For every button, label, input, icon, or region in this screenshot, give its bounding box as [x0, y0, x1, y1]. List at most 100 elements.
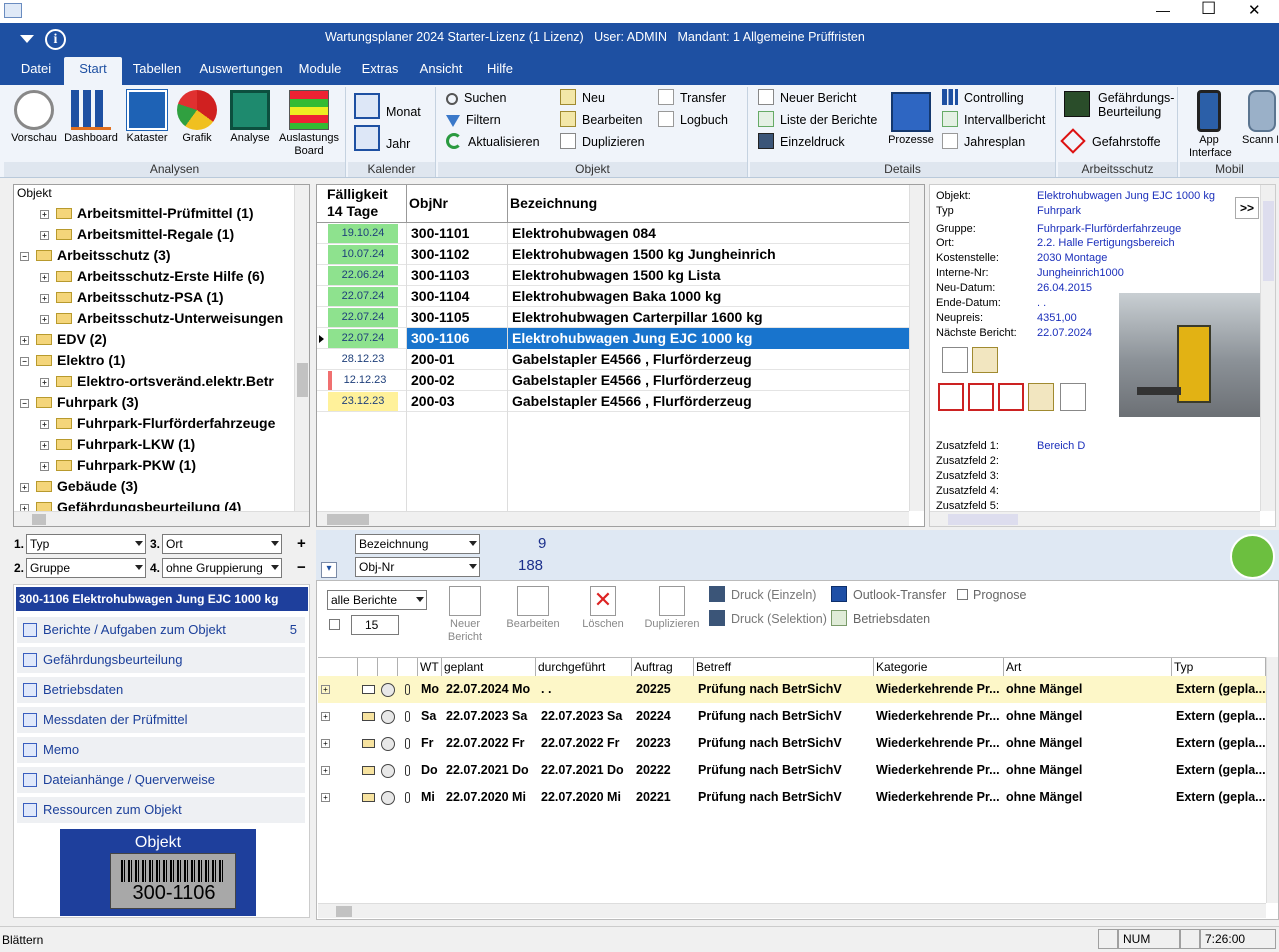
controlling-button[interactable]: Controlling: [942, 88, 1024, 108]
pdf-icon[interactable]: [968, 383, 994, 411]
kataster-button[interactable]: Kataster: [122, 89, 172, 145]
grafik-button[interactable]: Grafik: [172, 90, 222, 145]
monat-button[interactable]: Monat: [354, 93, 421, 121]
grid-hscrollbar[interactable]: [317, 511, 909, 526]
sort1-select[interactable]: Bezeichnung: [355, 534, 480, 554]
druck-einzeln-button[interactable]: Druck (Einzeln): [709, 585, 816, 605]
bearbeiten-report-button[interactable]: Bearbeiten: [501, 586, 565, 631]
add-filter-icon[interactable]: +: [297, 535, 306, 552]
filtern-button[interactable]: Filtern: [446, 110, 501, 130]
tree-item[interactable]: − Arbeitsschutz (3): [14, 245, 171, 266]
einzeldruck-button[interactable]: Einzeldruck: [758, 132, 845, 152]
expand-icon[interactable]: +: [20, 336, 29, 345]
menu-hilfe[interactable]: Hilfe: [480, 57, 520, 85]
duplizieren-button[interactable]: Duplizieren: [560, 132, 645, 152]
pdf-icon[interactable]: [998, 383, 1024, 411]
dropdown-arrow-icon[interactable]: [20, 35, 34, 43]
report-icon[interactable]: [1060, 383, 1086, 411]
report-row[interactable]: + Mo 22.07.2024 Mo . . 20225 Prüfung nach Bet…: [318, 676, 1266, 703]
col-kategorie[interactable]: Kategorie: [874, 658, 1004, 676]
certificate-icon[interactable]: [1028, 383, 1054, 411]
expand-icon[interactable]: +: [40, 210, 49, 219]
menu-auswertungen[interactable]: Auswertungen: [196, 57, 286, 85]
col-geplant[interactable]: geplant: [442, 658, 536, 676]
grid-hscroll-thumb[interactable]: [327, 514, 369, 525]
nav-item[interactable]: Messdaten der Prüfmittel: [17, 707, 305, 733]
prognose-checkbox[interactable]: Prognose: [957, 585, 1027, 605]
reports-hscroll-thumb[interactable]: [336, 906, 352, 917]
tree-item[interactable]: + Arbeitsschutz-PSA (1): [14, 287, 224, 308]
menu-start[interactable]: Start: [64, 57, 122, 85]
limit-checkbox[interactable]: [329, 619, 340, 630]
maximize-button[interactable]: ☐: [1201, 0, 1216, 19]
report-row[interactable]: + Fr 22.07.2022 Fr 22.07.2022 Fr 20223 Prüfun…: [318, 730, 1266, 757]
neu-button[interactable]: Neu: [560, 88, 605, 108]
expand-icon[interactable]: +: [321, 793, 330, 802]
jahresplan-button[interactable]: Jahresplan: [942, 132, 1025, 152]
expand-icon[interactable]: +: [40, 378, 49, 387]
expand-icon[interactable]: +: [40, 441, 49, 450]
typ-select[interactable]: Typ: [26, 534, 146, 554]
vorschau-button[interactable]: Vorschau: [6, 90, 62, 145]
tree-vscrollbar[interactable]: [294, 185, 309, 511]
pdf-icon[interactable]: [938, 383, 964, 411]
report-row[interactable]: + Mi 22.07.2020 Mi 22.07.2020 Mi 20221 Prüfun…: [318, 784, 1266, 811]
nav-item[interactable]: Dateianhänge / Querverweise: [17, 767, 305, 793]
nav-item[interactable]: Betriebsdaten: [17, 677, 305, 703]
gefaehrdungsbeurteilung-button[interactable]: Gefährdungs-Beurteilung: [1064, 91, 1176, 125]
tree-item[interactable]: − Fuhrpark (3): [14, 392, 139, 413]
collapse-icon[interactable]: −: [20, 357, 29, 366]
loeschen-report-button[interactable]: ✕ Löschen: [571, 586, 635, 631]
tree-item[interactable]: + EDV (2): [14, 329, 107, 350]
tree-item[interactable]: + Arbeitsmittel-Regale (1): [14, 224, 234, 245]
dashboard-button[interactable]: Dashboard: [62, 90, 120, 145]
menu-module[interactable]: Module: [294, 57, 346, 85]
menu-extras[interactable]: Extras: [358, 57, 402, 85]
col-wt[interactable]: WT: [418, 658, 442, 676]
intervallbericht-button[interactable]: Intervallbericht: [942, 110, 1045, 130]
expand-icon[interactable]: +: [40, 462, 49, 471]
prozesse-button[interactable]: Prozesse: [884, 92, 938, 147]
expand-icon[interactable]: +: [40, 231, 49, 240]
sort2-select[interactable]: Obj-Nr: [355, 557, 480, 577]
col-durchgefuehrt[interactable]: durchgeführt: [536, 658, 632, 676]
expand-icon[interactable]: +: [40, 294, 49, 303]
tree-item[interactable]: + Gefährdungsbeurteilung (4): [14, 497, 241, 511]
nav-item[interactable]: Ressourcen zum Objekt: [17, 797, 305, 823]
detail-vscroll-thumb[interactable]: [1263, 201, 1274, 281]
remove-filter-icon[interactable]: −: [297, 559, 306, 576]
tree-item[interactable]: + Arbeitsschutz-Unterweisungen: [14, 308, 283, 329]
tree-hscrollbar[interactable]: [14, 511, 309, 526]
nav-item[interactable]: Berichte / Aufgaben zum Objekt 5: [17, 617, 305, 643]
logbuch-button[interactable]: Logbuch: [658, 110, 728, 130]
tree-item[interactable]: + Gebäude (3): [14, 476, 138, 497]
info-icon[interactable]: i: [45, 29, 66, 50]
reports-hscrollbar[interactable]: [318, 903, 1266, 918]
tree-item[interactable]: + Arbeitsmittel-Prüfmittel (1): [14, 203, 254, 224]
jahr-button[interactable]: Jahr: [354, 125, 410, 153]
expand-icon[interactable]: +: [321, 766, 330, 775]
tree-item[interactable]: − Elektro (1): [14, 350, 125, 371]
minimize-button[interactable]: —: [1156, 2, 1170, 18]
neuer-bericht-button[interactable]: Neuer Bericht: [758, 88, 856, 108]
col-betreff[interactable]: Betreff: [694, 658, 874, 676]
auslastungs-board-button[interactable]: Auslastungs Board: [278, 90, 340, 158]
report-row[interactable]: + Do 22.07.2021 Do 22.07.2021 Do 20222 Prüfun…: [318, 757, 1266, 784]
outlook-transfer-button[interactable]: Outlook-Transfer: [831, 585, 946, 605]
expand-icon[interactable]: +: [321, 685, 330, 694]
expand-icon[interactable]: +: [20, 504, 29, 511]
col-typ[interactable]: Typ: [1172, 658, 1266, 676]
header-objnr[interactable]: ObjNr: [409, 195, 448, 211]
collapse-icon[interactable]: −: [20, 252, 29, 261]
tree-item[interactable]: + Fuhrpark-LKW (1): [14, 434, 195, 455]
collapse-icon[interactable]: ▾: [321, 562, 337, 578]
app-interface-button[interactable]: App Interface: [1180, 90, 1238, 160]
liste-berichte-button[interactable]: Liste der Berichte: [758, 110, 877, 130]
header-bezeichnung[interactable]: Bezeichnung: [510, 195, 597, 211]
reports-vscrollbar[interactable]: [1266, 657, 1278, 903]
gruppierung-select[interactable]: ohne Gruppierung: [162, 558, 282, 578]
scann-modul-button[interactable]: Scann Modu: [1242, 90, 1279, 147]
ort-select[interactable]: Ort: [162, 534, 282, 554]
col-auftrag[interactable]: Auftrag: [632, 658, 694, 676]
report-row[interactable]: + Sa 22.07.2023 Sa 22.07.2023 Sa 20224 Prüfun…: [318, 703, 1266, 730]
